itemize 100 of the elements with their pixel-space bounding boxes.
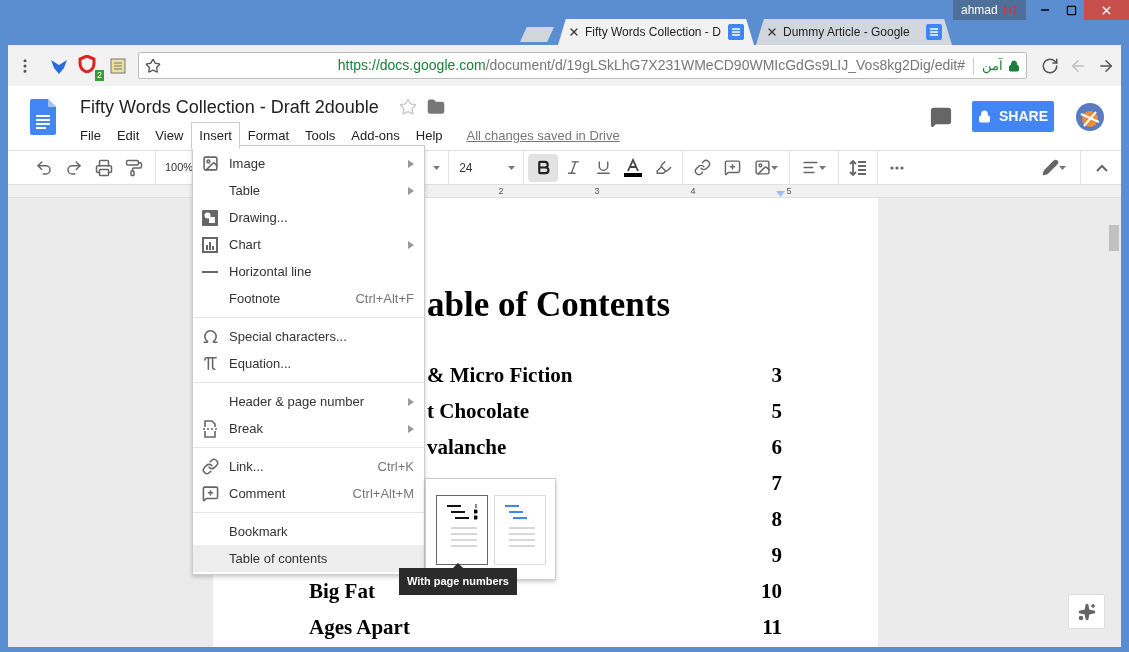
menu-bar-item[interactable]: Add-ons: [343, 122, 408, 149]
browser-tab[interactable]: Fifty Words Collection - D: [558, 19, 754, 45]
menu-bar-item[interactable]: Help: [407, 122, 451, 149]
menu-bar-item[interactable]: View: [147, 122, 192, 149]
align-left-icon: [802, 159, 820, 176]
redo-icon: [65, 158, 83, 177]
menu-bar-item[interactable]: Insert: [191, 122, 240, 149]
menu-item[interactable]: Table: [193, 177, 424, 204]
caret-icon: [433, 165, 441, 170]
menu-item[interactable]: Break: [193, 415, 424, 442]
caret-icon: [508, 165, 516, 170]
menu-item[interactable]: Equation...: [193, 350, 424, 377]
toc-entry-title: & Micro Fiction: [427, 365, 573, 385]
menu-item[interactable]: Header & page number: [193, 388, 424, 415]
caret-icon: [819, 165, 827, 170]
toc-entry-title: Big Fat: [309, 581, 375, 601]
tab-title: Dummy Article - Google: [783, 24, 911, 41]
toc-page-number: 10: [761, 581, 782, 601]
explore-button[interactable]: [1068, 594, 1105, 629]
bookmark-star-icon[interactable]: [145, 57, 161, 74]
ruler-number: 4: [690, 186, 696, 196]
ruler-number: 2: [498, 186, 504, 196]
menu-item[interactable]: Image: [193, 150, 424, 177]
user-name: ahmad: [961, 2, 998, 19]
document-icon: [926, 24, 942, 40]
ruler-number: 3: [594, 186, 600, 196]
menu-item[interactable]: Link... Ctrl+K: [193, 453, 424, 480]
toc-page-number: 6: [771, 437, 782, 457]
ruler-number: 5: [786, 186, 792, 196]
menu-item[interactable]: Drawing...: [193, 204, 424, 231]
drawing-icon: [202, 209, 218, 226]
shield-icon[interactable]: [78, 54, 96, 73]
scrollbar-thumb[interactable]: [1109, 225, 1119, 251]
menu-item[interactable]: Horizontal line: [193, 258, 424, 285]
chart-icon: [202, 236, 218, 253]
document-icon: [728, 24, 744, 40]
link-icon: [202, 458, 219, 475]
print-icon: [95, 158, 113, 177]
omega-icon: [202, 328, 219, 345]
menu-bar-item[interactable]: Edit: [108, 122, 148, 149]
url-text: https://docs.google.com/document/d/19gLSkLhG7X231WMeCD90WMIcGdGs9LIJ_Vos8kg2Dig/edit#: [337, 56, 965, 75]
profile-badge[interactable]: ahmad: [953, 0, 1026, 20]
toc-option-thumbnail[interactable]: [436, 495, 488, 565]
share-button[interactable]: SHARE: [972, 101, 1054, 132]
tab-title: Fifty Words Collection - D: [585, 24, 722, 41]
keyboard-shortcut: Ctrl+K: [377, 457, 414, 476]
toc-entry-title: Ages Apart: [309, 617, 410, 637]
folder-icon[interactable]: [426, 98, 445, 116]
comments-icon[interactable]: [930, 105, 952, 128]
menu-item[interactable]: Comment Ctrl+Alt+M: [193, 480, 424, 507]
chevron-up-icon: [1096, 163, 1108, 172]
lock-icon: [1008, 59, 1020, 72]
image-icon: [754, 159, 772, 176]
more-icon: [890, 165, 905, 170]
underline-icon: [594, 159, 612, 176]
star-icon[interactable]: [398, 98, 417, 116]
menu-bar-item[interactable]: Tools: [297, 122, 344, 149]
toc-entry-title: t Chocolate: [427, 401, 530, 421]
extension-badge: 2: [95, 69, 104, 81]
menu-item[interactable]: Footnote Ctrl+Alt+F: [193, 285, 424, 312]
font-size-selector[interactable]: 24: [459, 153, 516, 182]
close-icon[interactable]: [568, 26, 580, 38]
menu-item[interactable]: Chart: [193, 231, 424, 258]
menu-item[interactable]: Special characters...: [193, 323, 424, 350]
horizontal-line-icon: [202, 270, 218, 273]
menu-item[interactable]: Table of contents: [193, 545, 424, 572]
keyboard-shortcut: Ctrl+Alt+M: [352, 484, 414, 503]
tooltip: With page numbers: [399, 568, 517, 595]
close-icon[interactable]: [766, 26, 778, 38]
explore-icon: [1077, 602, 1096, 621]
menu-item[interactable]: Bookmark: [193, 518, 424, 545]
toc-heading: able of Contents: [427, 285, 672, 325]
reload-icon[interactable]: [1041, 56, 1059, 75]
add-comment-icon: [202, 485, 219, 502]
highlighter-icon: [654, 159, 672, 176]
keyboard-shortcut: Ctrl+Alt+F: [355, 289, 414, 308]
zoom-selector[interactable]: 100%: [165, 159, 194, 176]
account-avatar[interactable]: [1075, 101, 1105, 132]
tooltip-pointer: [453, 563, 463, 568]
security-label: آمن: [982, 56, 1003, 76]
paint-roller-icon: [125, 158, 143, 177]
save-status-link[interactable]: All changes saved in Drive: [466, 125, 620, 146]
line-spacing-icon: [849, 158, 868, 177]
caret-icon: [1059, 165, 1066, 170]
pi-icon: [202, 355, 219, 372]
menu-bar-item[interactable]: File: [72, 122, 109, 149]
bold-button[interactable]: [528, 153, 559, 182]
browser-tab[interactable]: Dummy Article - Google: [756, 19, 952, 45]
lock-icon: [978, 110, 991, 123]
maximize-icon: [1065, 4, 1077, 16]
text-color-icon: [623, 157, 644, 178]
menu-bar-item[interactable]: Format: [239, 122, 297, 149]
document-title[interactable]: Fifty Words Collection - Draft 2double: [80, 93, 379, 121]
toc-page-number: 5: [771, 401, 782, 421]
toc-page-number: 8: [771, 509, 782, 529]
toc-page-number: 7: [771, 473, 782, 493]
add-comment-icon: [723, 159, 741, 176]
docs-logo[interactable]: [30, 99, 56, 135]
page-break-icon: [202, 419, 218, 438]
profile-icon: [1003, 4, 1016, 16]
